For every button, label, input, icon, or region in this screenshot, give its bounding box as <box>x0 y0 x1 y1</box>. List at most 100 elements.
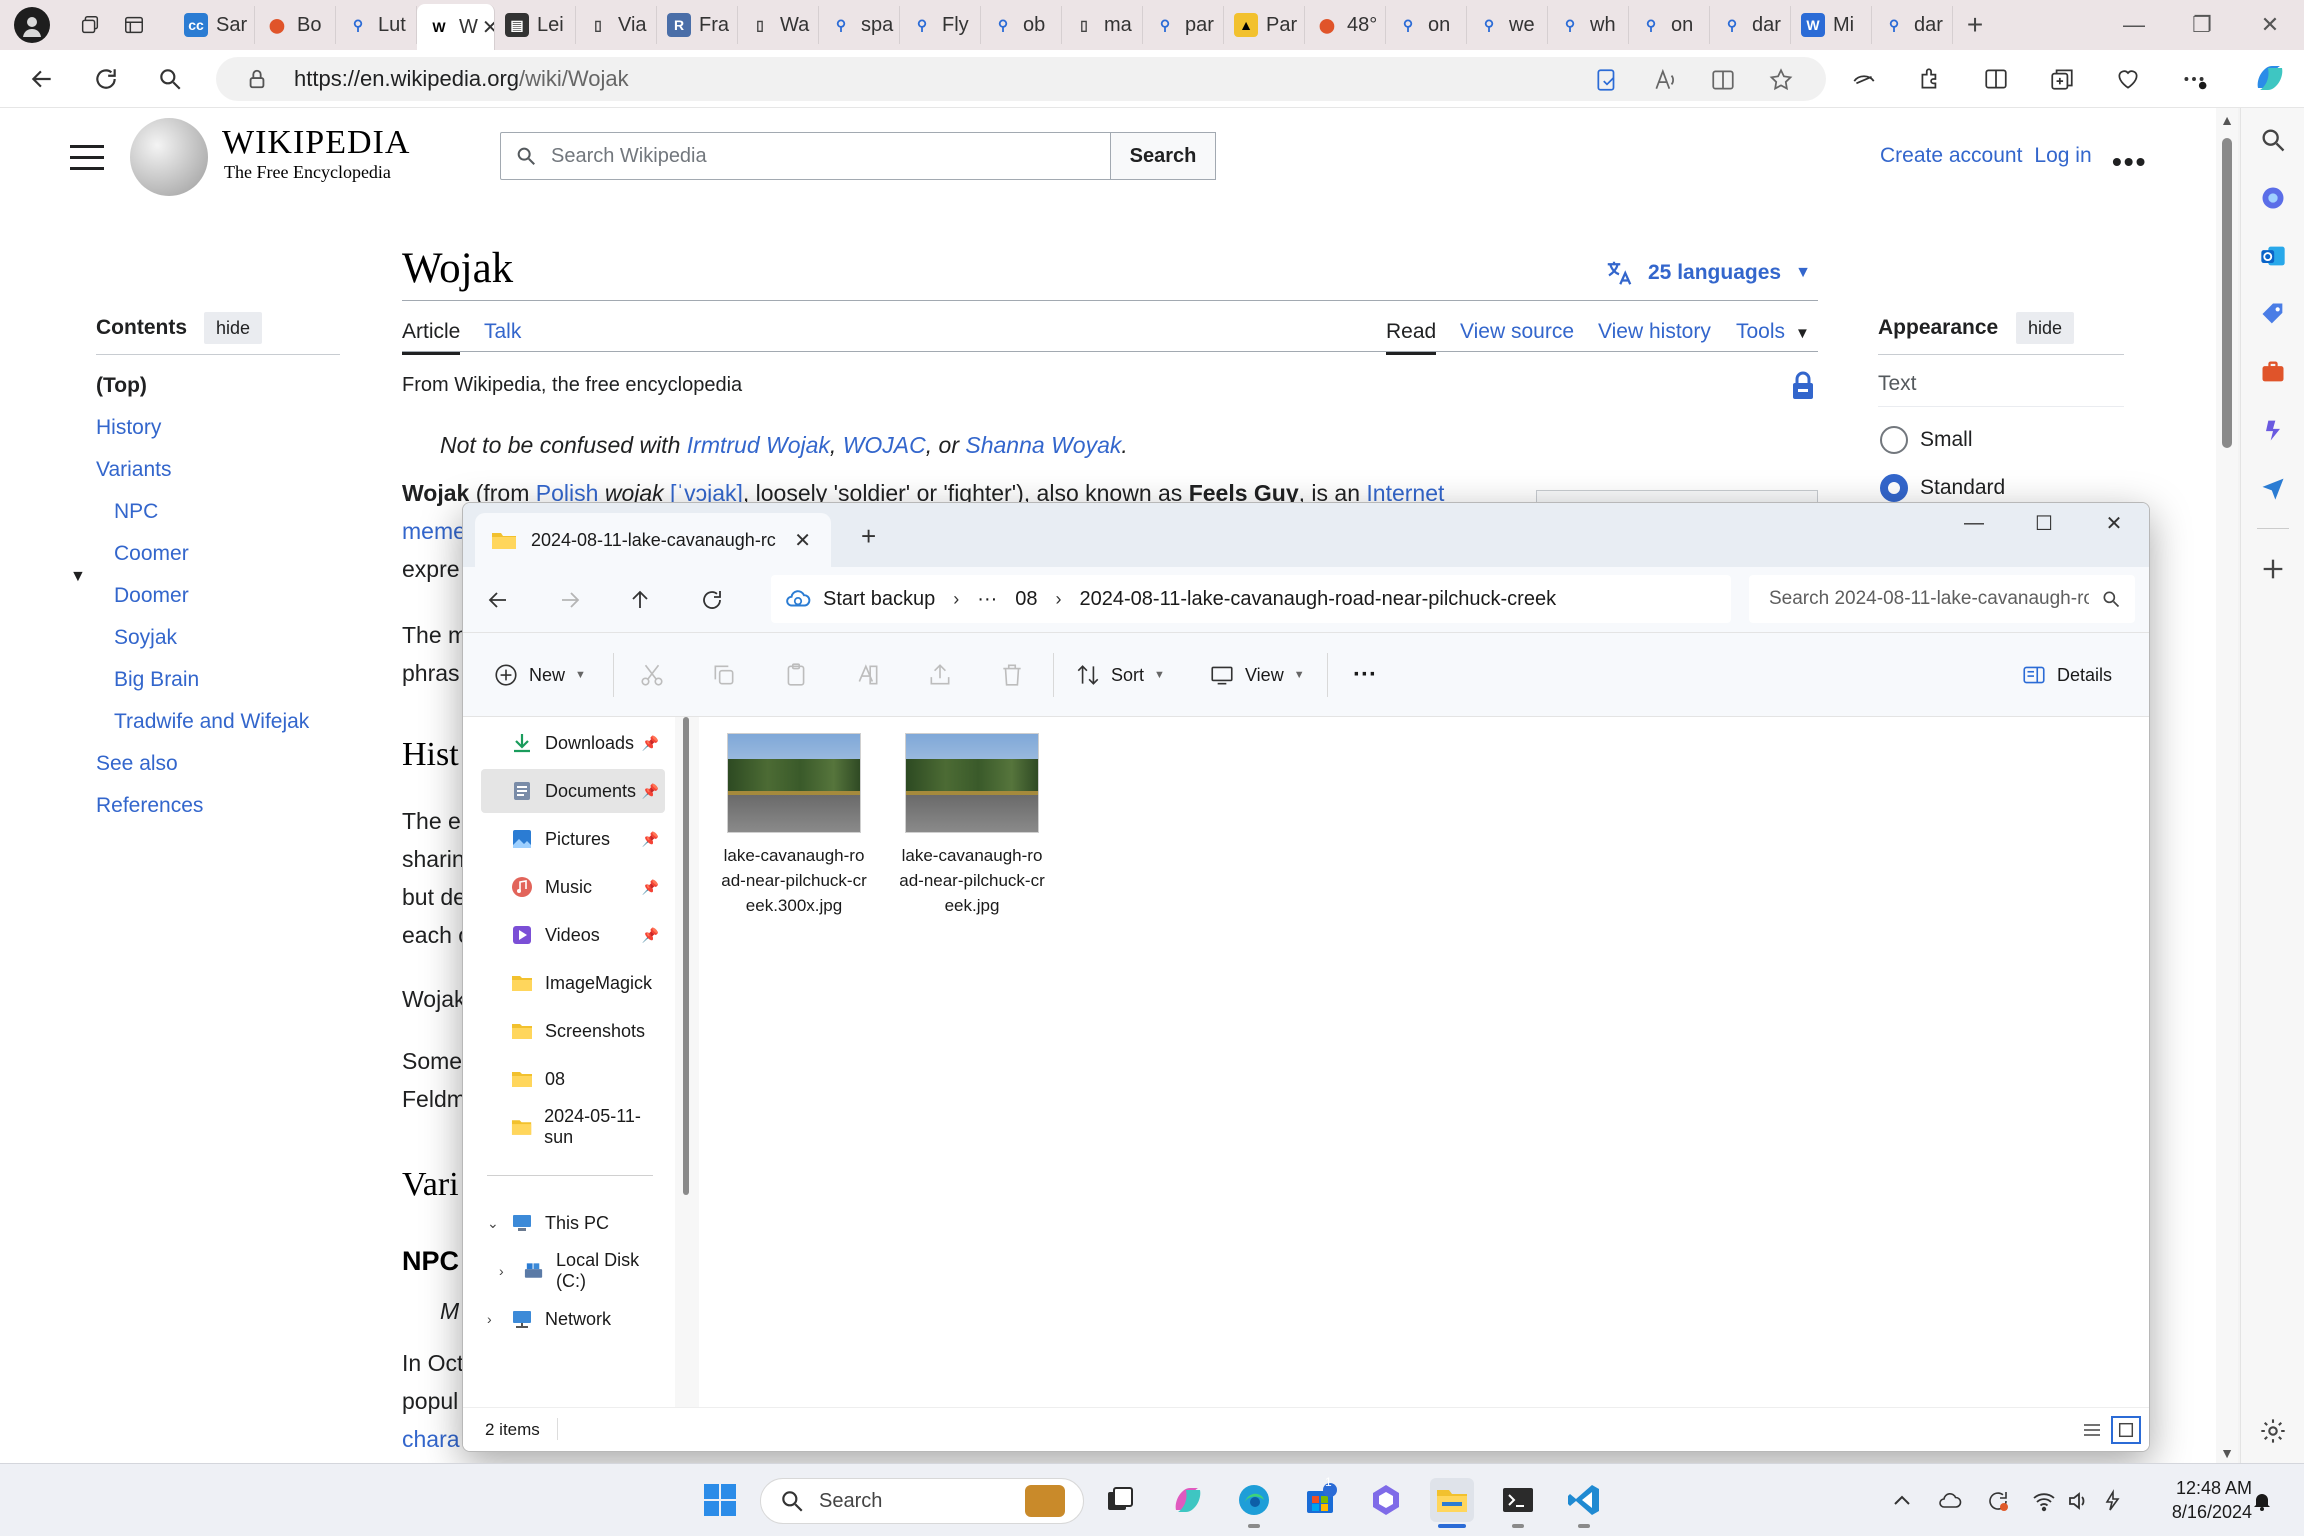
link-irmtrud-wojak[interactable]: Irmtrud Wojak <box>687 432 830 458</box>
edge-browser-icon[interactable] <box>1232 1478 1276 1528</box>
personal-tools-more-icon[interactable]: ••• <box>2112 146 2147 178</box>
toc-item-npc[interactable]: NPC <box>114 500 158 524</box>
nav-documents[interactable]: Documents 📌 <box>481 769 665 813</box>
details-button[interactable]: Details <box>2021 657 2112 693</box>
chevron-down-icon[interactable]: ▼ <box>70 568 86 586</box>
toc-item-see-also[interactable]: See also <box>96 752 178 776</box>
breadcrumb-current[interactable]: 2024-08-11-lake-cavanaugh-road-near-pilc… <box>1080 588 1557 611</box>
extension-icon[interactable] <box>1840 54 1888 104</box>
link-meme[interactable]: meme <box>402 518 466 545</box>
toc-item-history[interactable]: History <box>96 416 161 440</box>
file-item[interactable]: lake-cavanaugh-road-near-pilchuck-creek.… <box>721 733 867 918</box>
wikipedia-logo[interactable] <box>130 118 208 196</box>
explorer-search-input[interactable]: Search 2024-08-11-lake-cavanaugh-road-ne… <box>1749 575 2135 623</box>
npc-link[interactable]: chara <box>402 1426 460 1452</box>
wikipedia-wordmark[interactable]: WIKIPEDIA <box>222 124 410 162</box>
copilot-sidebar-icon[interactable] <box>2255 180 2291 216</box>
tab-talk[interactable]: Talk <box>484 320 521 344</box>
file-item[interactable]: lake-cavanaugh-road-near-pilchuck-creek.… <box>899 733 1045 918</box>
url-bar[interactable]: https://en.wikipedia.org/wiki/Wojak <box>216 57 1826 101</box>
nav-pictures[interactable]: Pictures 📌 <box>481 817 665 861</box>
browser-essentials-icon[interactable] <box>2104 54 2152 104</box>
browser-tab[interactable]: ⚲ ob <box>981 6 1062 44</box>
login-link[interactable]: Log in <box>2034 144 2091 168</box>
favorite-star-icon[interactable] <box>1766 65 1796 95</box>
start-backup-button[interactable]: Start backup <box>785 586 935 612</box>
file-explorer-icon[interactable] <box>1430 1478 1474 1528</box>
chevron-right-icon[interactable]: › <box>499 1263 504 1279</box>
breadcrumb-ellipsis[interactable]: ··· <box>977 588 997 611</box>
pin-icon[interactable]: 📌 <box>642 783 659 800</box>
browser-tab[interactable]: WW✕ <box>417 4 495 50</box>
refresh-button[interactable] <box>74 54 138 104</box>
main-menu-icon[interactable] <box>70 145 104 173</box>
terminal-icon[interactable] <box>1496 1478 1540 1528</box>
workspaces-icon[interactable] <box>68 5 112 45</box>
nav-videos[interactable]: Videos 📌 <box>481 913 665 957</box>
breadcrumb[interactable]: Start backup › ··· 08 › 2024-08-11-lake-… <box>771 575 1731 623</box>
browser-tab[interactable]: cc Sar <box>174 6 255 44</box>
nav-imagemagick[interactable]: ImageMagick <box>481 961 665 1005</box>
explorer-refresh-button[interactable] <box>693 581 731 619</box>
outlook-icon[interactable] <box>2255 238 2291 274</box>
languages-button[interactable]: 25 languages ▼ <box>1604 258 1811 288</box>
send-icon[interactable] <box>2255 470 2291 506</box>
link-wojac[interactable]: WOJAC <box>843 432 926 458</box>
explorer-close-button[interactable]: ✕ <box>2079 503 2149 543</box>
protected-lock-icon[interactable] <box>1792 370 1814 400</box>
new-explorer-tab-button[interactable]: + <box>861 521 876 552</box>
games-icon[interactable] <box>2255 412 2291 448</box>
nav-local-disk[interactable]: › Local Disk (C:) <box>493 1249 669 1293</box>
immersive-reader-icon[interactable] <box>1708 65 1738 95</box>
browser-tab[interactable]: ⬤ 48° <box>1305 6 1386 44</box>
browser-tab[interactable]: ⬤ Bo <box>255 6 336 44</box>
shopping-tag-icon[interactable] <box>2255 296 2291 332</box>
nav-pane-scrollbar[interactable] <box>683 717 689 1195</box>
back-button[interactable] <box>10 54 74 104</box>
battery-charging-icon[interactable] <box>2100 1484 2124 1518</box>
see-more-button[interactable]: ··· <box>1353 657 1377 693</box>
chevron-right-icon[interactable]: › <box>953 589 959 610</box>
delete-icon[interactable] <box>999 657 1025 693</box>
wifi-icon[interactable] <box>2032 1484 2056 1518</box>
toc-hide-button[interactable]: hide <box>204 312 263 344</box>
read-aloud-icon[interactable] <box>1650 65 1680 95</box>
appearance-hide-button[interactable]: hide <box>2016 312 2075 344</box>
explorer-forward-button[interactable] <box>551 581 589 619</box>
copilot-icon[interactable] <box>2250 58 2290 98</box>
explorer-minimize-button[interactable]: — <box>1939 503 2009 543</box>
taskbar-search[interactable]: Search <box>760 1478 1084 1524</box>
toc-item-soyjak[interactable]: Soyjak <box>114 626 177 650</box>
nav-music[interactable]: Music 📌 <box>481 865 665 909</box>
start-windows-icon[interactable] <box>698 1478 742 1522</box>
radio-standard[interactable] <box>1880 474 1908 502</box>
task-view-icon[interactable] <box>1098 1478 1142 1522</box>
explorer-back-button[interactable] <box>479 581 517 619</box>
browser-tab[interactable]: ⚲ on <box>1629 6 1710 44</box>
nav-folder-08[interactable]: 08 <box>481 1057 665 1101</box>
onedrive-icon[interactable] <box>1938 1484 1962 1518</box>
browser-tab[interactable]: ▲ Par <box>1224 6 1305 44</box>
gear-icon[interactable] <box>2255 1413 2291 1449</box>
paste-icon[interactable] <box>783 657 809 693</box>
profile-avatar[interactable] <box>14 7 50 43</box>
tab-tools[interactable]: Tools ▼ <box>1736 320 1810 344</box>
share-icon[interactable] <box>927 657 953 693</box>
collections-icon[interactable] <box>2038 54 2086 104</box>
browser-tab[interactable]: ⚲ spa <box>819 6 900 44</box>
explorer-maximize-button[interactable]: ☐ <box>2009 503 2079 543</box>
sync-icon[interactable] <box>1986 1484 2010 1518</box>
browser-tab[interactable]: ▯ Via <box>576 6 657 44</box>
link-shanna-woyak[interactable]: Shanna Woyak <box>965 432 1121 458</box>
details-view-icon[interactable] <box>2077 1416 2107 1444</box>
notifications-bell-icon[interactable] <box>2250 1484 2274 1518</box>
pin-icon[interactable]: 📌 <box>642 879 659 896</box>
extensions-puzzle-icon[interactable] <box>1906 54 1954 104</box>
sort-button[interactable]: Sort ▼ <box>1075 657 1165 693</box>
search-icon[interactable] <box>138 54 202 104</box>
search-icon[interactable] <box>2255 122 2291 158</box>
browser-tab[interactable]: ▯ ma <box>1062 6 1143 44</box>
volume-icon[interactable] <box>2066 1484 2090 1518</box>
breadcrumb-folder-08[interactable]: 08 <box>1015 588 1037 611</box>
browser-tab[interactable]: ⚲ dar <box>1872 6 1953 44</box>
